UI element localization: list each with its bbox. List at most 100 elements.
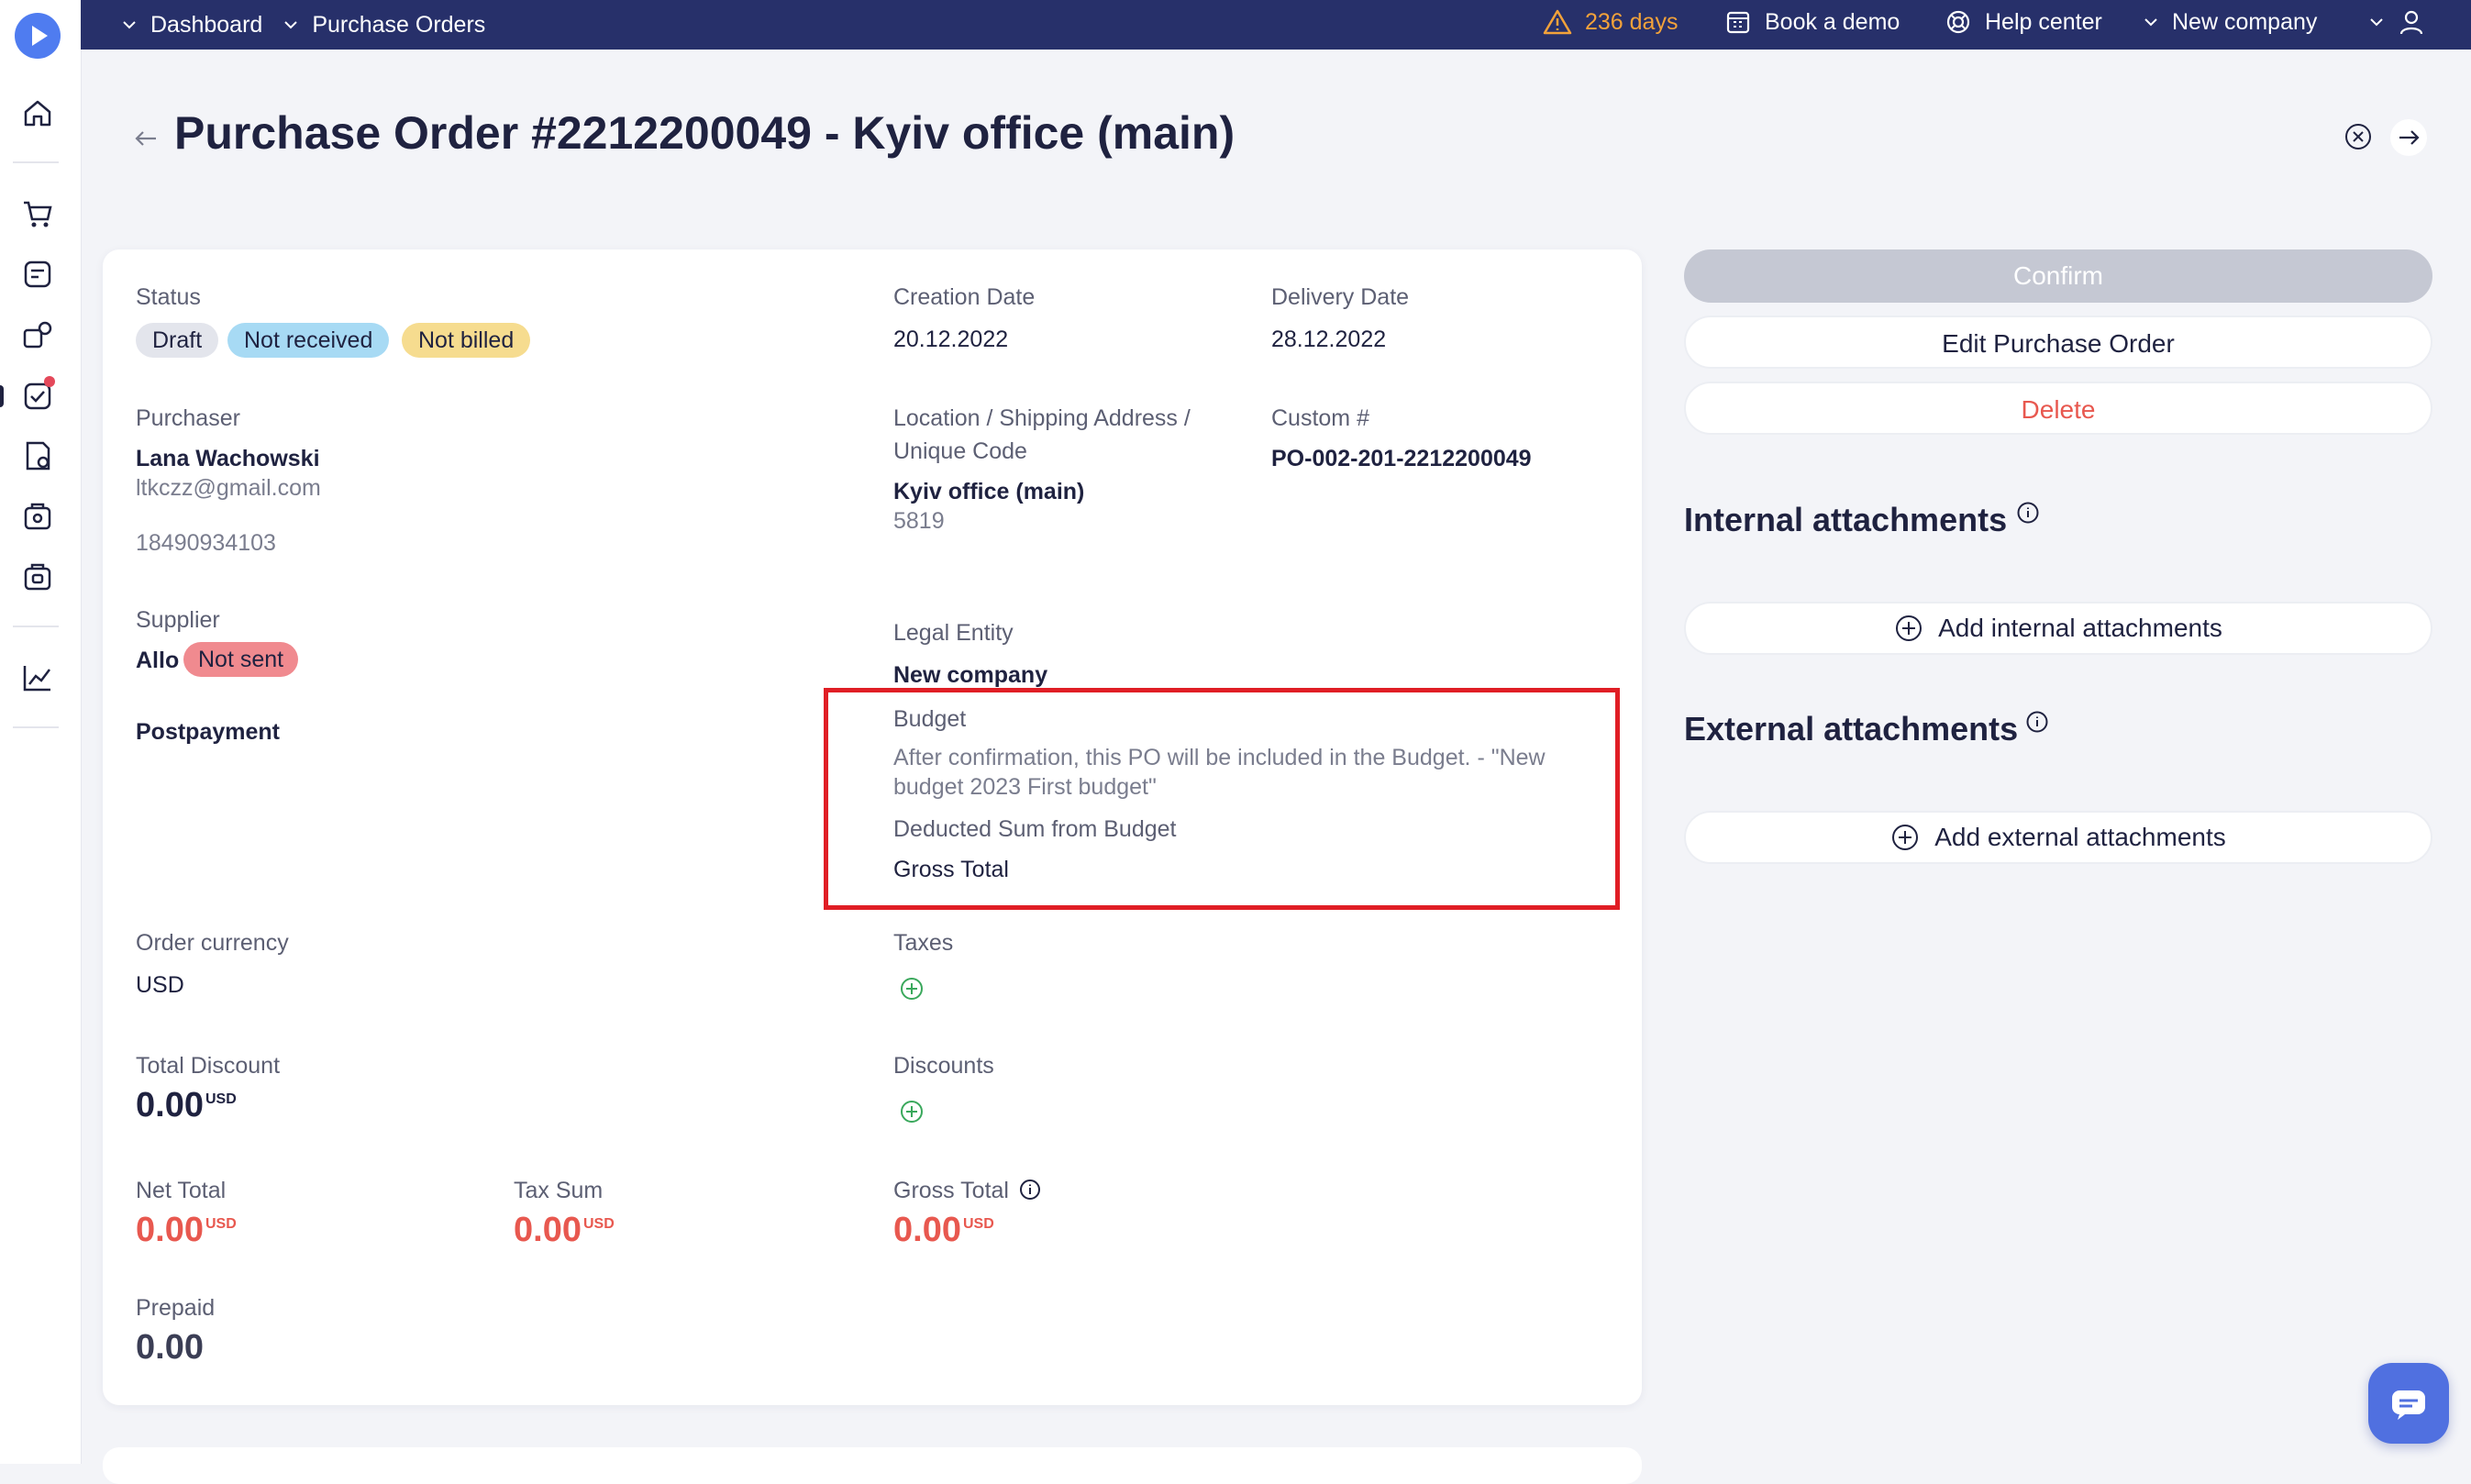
add-external-attachments-button[interactable]: Add external attachments	[1684, 811, 2432, 864]
external-attachments-title: External attachments	[1684, 710, 2019, 748]
help-center-label: Help center	[1985, 8, 2102, 35]
sidebar-divider	[13, 161, 59, 163]
sidebar-edge-handle[interactable]	[0, 385, 4, 407]
analytics-icon[interactable]	[18, 659, 57, 697]
supplier-label: Supplier	[136, 607, 220, 633]
close-circle-icon[interactable]	[2343, 121, 2374, 152]
location-label-line2: Unique Code	[893, 438, 1027, 464]
company-switcher[interactable]: New company	[2143, 0, 2317, 44]
prepaid-label: Prepaid	[136, 1295, 216, 1321]
purchaser-phone: 18490934103	[136, 530, 276, 556]
edit-purchase-order-button[interactable]: Edit Purchase Order	[1684, 316, 2432, 369]
add-internal-attachments-button[interactable]: Add internal attachments	[1684, 602, 2432, 655]
notification-dot	[44, 376, 55, 387]
add-tax-icon[interactable]	[899, 976, 925, 1002]
chat-icon	[2392, 1390, 2425, 1420]
purchaser-email: ltkczz@gmail.com	[136, 475, 321, 501]
book-demo-label: Book a demo	[1765, 8, 1900, 35]
currency-superscript: USD	[205, 1091, 237, 1107]
delete-button[interactable]: Delete	[1684, 382, 2432, 435]
currency-superscript: USD	[962, 1216, 994, 1232]
orders-icon[interactable]	[18, 437, 57, 475]
status-badge-draft: Draft	[136, 323, 219, 358]
user-menu[interactable]	[2368, 0, 2425, 44]
net-total-amount: 0.00 USD	[136, 1211, 237, 1250]
delivery-date-label: Delivery Date	[1271, 284, 1410, 310]
breadcrumb: Dashboard Purchase Orders	[121, 0, 485, 50]
suppliers-icon[interactable]	[18, 316, 57, 354]
gross-total-value: 0.00	[893, 1211, 961, 1249]
info-icon[interactable]	[2016, 501, 2040, 525]
chevron-down-icon	[2144, 18, 2157, 27]
total-discount-label: Total Discount	[136, 1053, 281, 1079]
sidebar-divider	[13, 626, 59, 627]
legal-entity-value: New company	[893, 662, 1048, 688]
creation-date-value: 20.12.2022	[893, 327, 1009, 352]
invoices-icon[interactable]	[18, 497, 57, 536]
payments-icon[interactable]	[18, 558, 57, 596]
add-discount-icon[interactable]	[899, 1099, 925, 1124]
tax-sum-amount: 0.00 USD	[514, 1211, 615, 1250]
page-title: Purchase Order #2212200049 - Kyiv office…	[174, 107, 1236, 159]
purchase-requests-icon[interactable]	[18, 255, 57, 293]
user-icon	[2399, 10, 2423, 35]
location-code: 5819	[893, 508, 945, 534]
internal-attachments-title: Internal attachments	[1684, 501, 2008, 538]
purchaser-name: Lana Wachowski	[136, 446, 320, 471]
chat-support-button[interactable]	[2368, 1363, 2449, 1444]
payment-terms: Postpayment	[136, 719, 280, 745]
calendar-icon	[1726, 11, 1750, 34]
trial-days-indicator[interactable]: 236 days	[1543, 0, 1678, 44]
warning-icon	[1543, 9, 1572, 35]
app-logo[interactable]	[15, 13, 61, 59]
info-icon[interactable]	[1019, 1179, 1041, 1201]
gross-total-amount: 0.00 USD	[893, 1211, 994, 1250]
chevron-down-icon	[2370, 18, 2383, 27]
chevron-down-icon[interactable]	[121, 17, 138, 33]
location-name: Kyiv office (main)	[893, 479, 1085, 504]
breadcrumb-dashboard[interactable]: Dashboard	[150, 12, 262, 39]
currency-superscript: USD	[582, 1216, 615, 1232]
purchaser-label: Purchaser	[136, 405, 240, 431]
book-demo-link[interactable]: Book a demo	[1724, 0, 1900, 44]
confirm-button[interactable]: Confirm	[1684, 249, 2432, 303]
gross-total-label-text: Gross Total	[893, 1178, 1009, 1203]
arrow-right-icon	[2399, 130, 2420, 145]
sidebar	[0, 0, 82, 1464]
plus-circle-icon	[1896, 615, 1923, 641]
legal-entity-label: Legal Entity	[893, 620, 1014, 646]
net-total-value: 0.00	[136, 1211, 204, 1249]
gross-total-label: Gross Total	[893, 1178, 1041, 1204]
supplier-name[interactable]: Allo	[136, 648, 179, 674]
status-label: Status	[136, 284, 201, 310]
total-discount-value: 0.00	[136, 1086, 204, 1124]
add-internal-attachments-label: Add internal attachments	[1938, 614, 2222, 642]
taxes-label: Taxes	[893, 930, 954, 956]
status-badge-not-billed: Not billed	[402, 323, 531, 358]
currency-superscript: USD	[205, 1216, 237, 1232]
tax-sum-value: 0.00	[514, 1211, 582, 1249]
info-icon[interactable]	[2025, 710, 2049, 734]
company-name: New company	[2172, 8, 2318, 35]
help-center-link[interactable]: Help center	[1945, 0, 2102, 44]
budget-highlight-box	[824, 688, 1620, 910]
sidebar-divider	[13, 726, 59, 728]
top-navigation-bar: Dashboard Purchase Orders 236 days Book …	[81, 0, 2471, 50]
trial-days-text: 236 days	[1585, 8, 1679, 35]
creation-date-label: Creation Date	[893, 284, 1036, 310]
back-arrow-icon[interactable]	[132, 125, 160, 152]
prepaid-value: 0.00	[136, 1328, 204, 1367]
lifebuoy-icon	[1946, 10, 1970, 34]
total-discount-amount: 0.00 USD	[136, 1086, 237, 1125]
net-total-label: Net Total	[136, 1178, 227, 1203]
status-badge-not-received: Not received	[227, 323, 390, 358]
custom-number-value: PO-002-201-2212200049	[1271, 446, 1532, 471]
next-button[interactable]	[2390, 119, 2427, 156]
home-icon[interactable]	[18, 94, 57, 132]
plus-circle-icon	[1892, 825, 1919, 850]
discounts-label: Discounts	[893, 1053, 994, 1079]
chevron-down-icon[interactable]	[283, 17, 299, 33]
cart-icon[interactable]	[18, 194, 57, 233]
tax-sum-label: Tax Sum	[514, 1178, 604, 1203]
breadcrumb-purchase-orders[interactable]: Purchase Orders	[312, 12, 485, 39]
